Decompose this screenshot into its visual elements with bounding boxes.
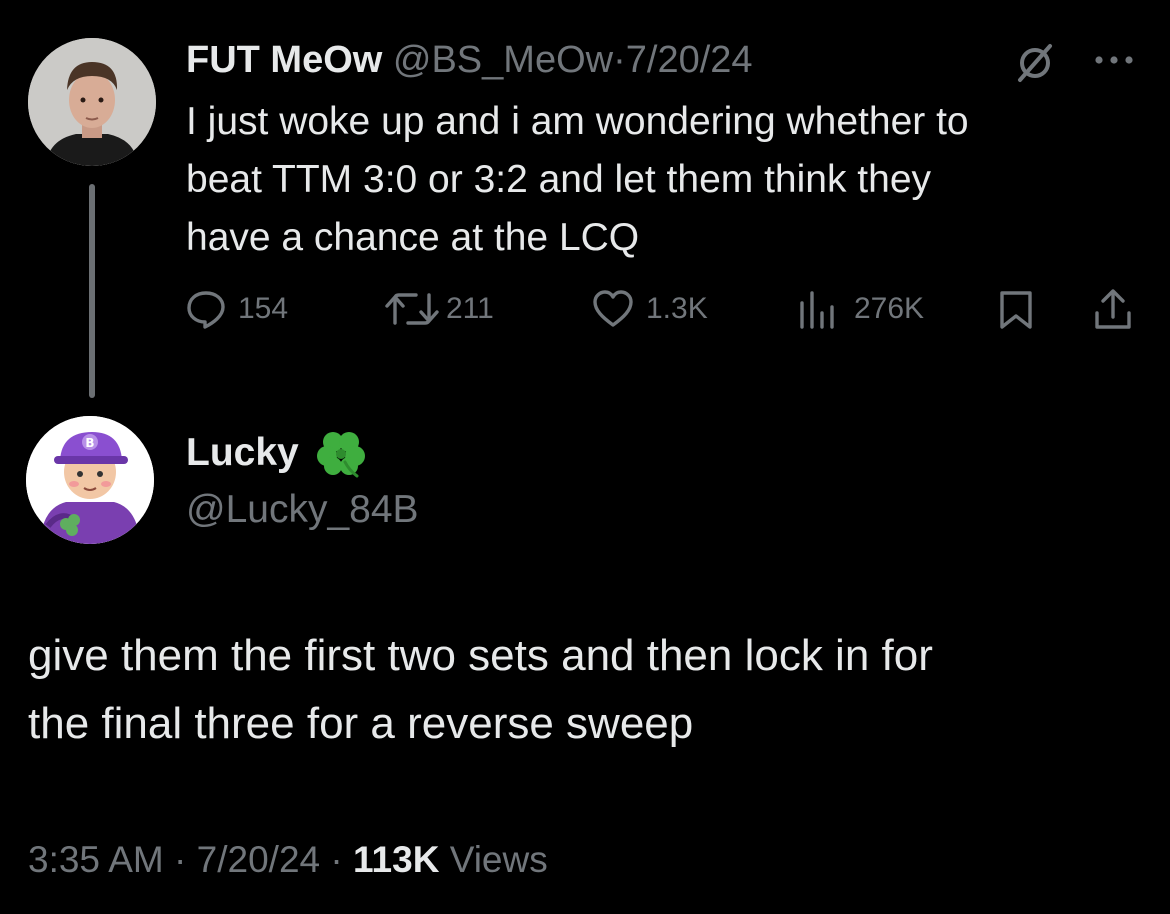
avatar-photo-icon [28,38,156,166]
header-separator: · [613,39,626,81]
meta-separator: · [174,839,187,880]
reply-count: 154 [238,292,289,325]
parent-tweet-text: I just woke up and i am wondering whethe… [186,93,969,267]
views-label[interactable]: Views [450,839,548,880]
like-button[interactable]: 1.3K [592,289,708,329]
author-display-name[interactable]: FUT MeOw [186,39,382,81]
avatar-cartoon-icon: B [26,416,154,544]
views-count: 276K [854,292,925,325]
reply-author-display-name[interactable]: Lucky [186,429,299,477]
meta-separator: · [330,839,343,880]
parent-tweet-header: FUT MeOw @BS_MeOw·7/20/24 [186,38,753,82]
post-date[interactable]: 7/20/24 [197,839,320,880]
more-icon[interactable] [1090,52,1140,68]
reply-meta: 3:35 AM · 7/20/24 · 113K Views [28,836,548,884]
author-handle[interactable]: @BS_MeOw [393,39,613,81]
clover-emoji-icon [316,432,365,478]
reply-tweet-text: give them the first two sets and then lo… [28,622,933,758]
tweet-text-line: give them the first two sets and then lo… [28,631,933,680]
tweet-text-line: have a chance at the LCQ [186,216,640,259]
reply-tweet-header: Lucky @Lucky_84B [186,428,419,534]
post-time[interactable]: 3:35 AM [28,839,164,880]
like-count: 1.3K [646,292,708,325]
avatar-lucky[interactable]: B [26,416,154,544]
repost-count: 211 [446,292,494,325]
share-icon [1095,289,1131,329]
like-icon [593,290,633,327]
thread-connector-line [89,184,95,398]
bookmark-icon [1000,291,1032,329]
grok-slash-icon[interactable] [1012,40,1058,86]
reply-icon [187,291,225,329]
views-button[interactable]: 276K [796,289,924,329]
tweet-text-line: the final three for a reverse sweep [28,699,694,748]
views-total[interactable]: 113K [353,839,439,880]
share-button[interactable] [1092,287,1134,331]
svg-text:B: B [85,436,94,450]
repost-icon [385,293,439,325]
tweet-text-line: beat TTM 3:0 or 3:2 and let them think t… [186,158,932,201]
tweet-date[interactable]: 7/20/24 [626,39,753,81]
reply-author-handle[interactable]: @Lucky_84B [186,486,419,534]
avatar-fut-meow[interactable] [28,38,156,166]
repost-button[interactable]: 211 [384,289,494,329]
bookmark-button[interactable] [998,289,1034,331]
tweet-text-line: I just woke up and i am wondering whethe… [186,100,969,143]
reply-button[interactable]: 154 [186,289,288,329]
views-icon [800,291,834,329]
